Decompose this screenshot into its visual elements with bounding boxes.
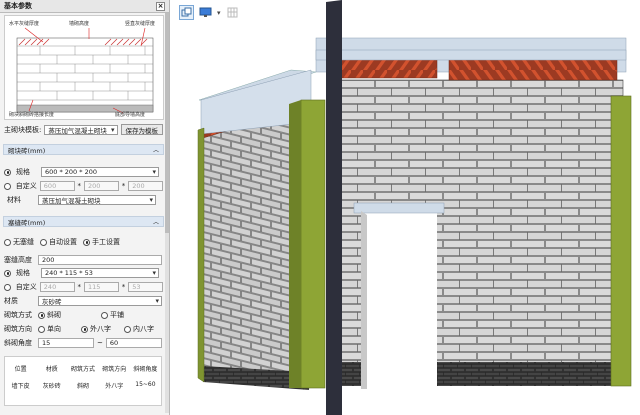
slant-width-input[interactable]: 115 bbox=[84, 282, 119, 292]
block-spec-row: 规格 600 * 200 * 200 bbox=[4, 167, 163, 177]
scroll-thumb[interactable] bbox=[165, 13, 169, 233]
save-template-button[interactable]: 保存为模板 bbox=[120, 124, 163, 135]
block-section-title: 砌块砖(mm) bbox=[8, 146, 46, 155]
right-column bbox=[610, 95, 632, 387]
label-horizontal-joint: 水平灰缝厚度 bbox=[9, 21, 40, 27]
angle-min-input[interactable]: 15 bbox=[38, 338, 94, 348]
method-slant[interactable]: 斜砌 bbox=[38, 310, 98, 320]
block-custom-label: 自定义 bbox=[15, 182, 37, 190]
collapse-icon[interactable]: ︿ bbox=[153, 145, 159, 154]
panel-scrollbar[interactable] bbox=[165, 13, 169, 413]
template-select[interactable]: 蒸压加气混凝土砌块 bbox=[44, 124, 118, 135]
slant-spec-label: 规格 bbox=[16, 269, 30, 277]
table-header: 位置 材质 砌筑方式 砌筑方向 斜砌角度 bbox=[14, 366, 158, 373]
slant-height-row: 塞缝高度 200 bbox=[4, 255, 163, 265]
block-section-header[interactable]: 砌块砖(mm) ︿ bbox=[3, 144, 164, 155]
wall-diagram: 水平灰缝厚度 墙砌高度 竖直灰缝厚度 砌块斜砌砖搭接长度 底部导墙高度 bbox=[4, 15, 164, 120]
mode-manual[interactable]: 手工设置 bbox=[83, 237, 120, 247]
label-masonry-height: 墙砌高度 bbox=[69, 21, 90, 27]
left-column bbox=[197, 127, 205, 383]
slant-custom-radio[interactable] bbox=[4, 283, 11, 291]
angle-row: 斜砌角度 15 ~ 60 bbox=[4, 338, 163, 348]
table-row[interactable]: 墙下皮 灰砂砖 斜砌 外八字 15~60 bbox=[5, 381, 161, 390]
method-label: 砌筑方式 bbox=[4, 311, 32, 319]
slant-bricks-right bbox=[448, 57, 618, 81]
slant-mode-row: 无塞缝 自动设置 手工设置 bbox=[4, 237, 163, 247]
direction-single[interactable]: 单向 bbox=[38, 324, 78, 334]
block-custom-row: 自定义 600 * 200 * 200 bbox=[4, 181, 163, 191]
block-spec-select[interactable]: 600 * 200 * 200 bbox=[41, 167, 159, 177]
slant-length-input[interactable]: 240 bbox=[39, 282, 75, 292]
block-material-select[interactable]: 蒸压加气混凝土砌块 bbox=[38, 195, 156, 205]
slant-material-row: 材质 灰砂砖 bbox=[4, 296, 163, 306]
direction-inner[interactable]: 内八字 bbox=[124, 324, 154, 334]
label-slant-brick-length: 砌块斜砌砖搭接长度 bbox=[9, 112, 55, 118]
3d-viewport[interactable]: ▾ bbox=[171, 0, 640, 415]
slant-spec-row: 规格 240 * 115 * 53 bbox=[4, 268, 163, 278]
slant-spec-radio[interactable] bbox=[4, 269, 11, 277]
slant-height-custom-input[interactable]: 53 bbox=[128, 282, 163, 292]
slant-bricks-left bbox=[330, 57, 438, 79]
block-height-input[interactable]: 200 bbox=[128, 181, 163, 191]
template-row: 主砌块模板: 蒸压加气混凝土砌块 保存为模板 bbox=[4, 124, 163, 135]
wall-3d-model[interactable] bbox=[171, 0, 640, 415]
angle-label: 斜砌角度 bbox=[4, 339, 32, 347]
block-length-input[interactable]: 600 bbox=[39, 181, 75, 191]
block-width-input[interactable]: 200 bbox=[84, 181, 119, 191]
template-label: 主砌块模板: bbox=[4, 125, 42, 134]
label-bottom-height: 底部导墙高度 bbox=[115, 112, 146, 118]
slant-custom-label: 自定义 bbox=[15, 283, 37, 291]
angle-max-input[interactable]: 60 bbox=[105, 338, 162, 348]
slant-material-label: 材质 bbox=[4, 297, 18, 305]
door-opening bbox=[361, 211, 437, 389]
slant-height-input[interactable]: 200 bbox=[38, 255, 162, 265]
block-spec-radio[interactable] bbox=[4, 168, 11, 176]
block-spec-label: 规格 bbox=[16, 168, 30, 176]
direction-outer[interactable]: 外八字 bbox=[81, 324, 121, 334]
slant-material-select[interactable]: 灰砂砖 bbox=[38, 296, 162, 306]
method-row: 砌筑方式 斜砌 平铺 bbox=[4, 310, 163, 320]
slant-spec-select[interactable]: 240 * 115 * 53 bbox=[41, 268, 159, 278]
slant-section-title: 塞缝砖(mm) bbox=[8, 218, 46, 227]
block-material-row: 材料 蒸压加气混凝土砌块 bbox=[4, 195, 163, 205]
panel-title: 基本参数 bbox=[4, 2, 32, 10]
slant-custom-row: 自定义 240 * 115 * 53 bbox=[4, 282, 163, 292]
direction-label: 砌筑方向 bbox=[4, 325, 32, 333]
slant-table: 位置 材质 砌筑方式 砌筑方向 斜砌角度 墙下皮 灰砂砖 斜砌 外八字 15~60 bbox=[4, 356, 162, 406]
method-flat[interactable]: 平铺 bbox=[101, 310, 124, 320]
slant-section-header[interactable]: 塞缝砖(mm) ︿ bbox=[3, 216, 164, 227]
direction-row: 砌筑方向 单向 外八字 内八字 bbox=[4, 324, 163, 334]
close-icon[interactable]: × bbox=[156, 1, 165, 11]
collapse-icon[interactable]: ︿ bbox=[153, 217, 159, 226]
door-lintel bbox=[353, 202, 445, 214]
parameter-panel: 基本参数 × 水平灰缝厚度 墙砌高度 竖直灰缝厚度 砌块斜砌砖搭接长度 底部导墙… bbox=[0, 0, 170, 415]
block-custom-radio[interactable] bbox=[4, 182, 11, 190]
slant-height-label: 塞缝高度 bbox=[4, 256, 32, 264]
mode-none[interactable]: 无塞缝 bbox=[4, 237, 34, 247]
mode-auto[interactable]: 自动设置 bbox=[40, 237, 77, 247]
block-material-label: 材料 bbox=[7, 196, 21, 204]
panel-title-bar: 基本参数 × bbox=[0, 0, 169, 13]
corner-column bbox=[300, 99, 326, 389]
label-vertical-joint: 竖直灰缝厚度 bbox=[125, 21, 156, 27]
